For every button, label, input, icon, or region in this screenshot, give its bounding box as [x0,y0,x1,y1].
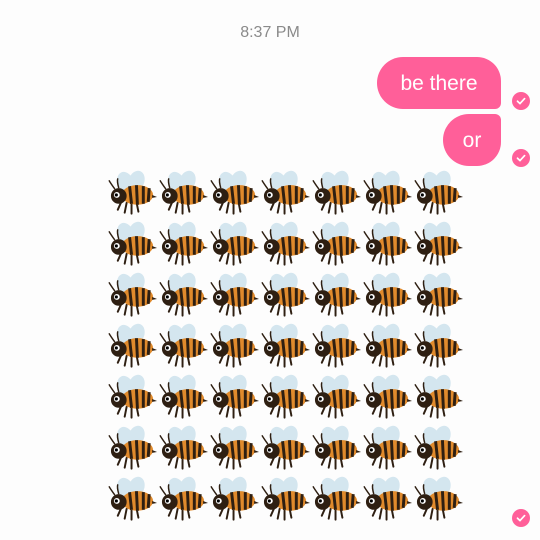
honeybee-icon [210,423,261,474]
honeybee-icon [261,423,312,474]
honeybee-icon [159,321,210,372]
honeybee-icon [261,321,312,372]
sent-check-icon [512,92,530,110]
honeybee-icon [261,168,312,219]
honeybee-icon [108,474,159,525]
honeybee-icon [363,423,414,474]
honeybee-icon [414,219,465,270]
honeybee-icon [312,474,363,525]
honeybee-icon [159,270,210,321]
honeybee-icon [261,474,312,525]
honeybee-icon [261,270,312,321]
message-thread[interactable]: 8:37 PM be there or [0,0,540,540]
honeybee-icon [312,168,363,219]
honeybee-icon [363,321,414,372]
honeybee-icon [363,219,414,270]
honeybee-icon [108,423,159,474]
honeybee-icon [261,372,312,423]
honeybee-icon [312,270,363,321]
message-bubble-or[interactable]: or [443,114,501,166]
honeybee-icon [363,270,414,321]
honeybee-icon [312,321,363,372]
honeybee-icon [312,372,363,423]
honeybee-icon [210,168,261,219]
honeybee-icon [108,270,159,321]
honeybee-icon [108,321,159,372]
sent-check-icon [512,149,530,167]
honeybee-icon [414,423,465,474]
honeybee-icon [312,423,363,474]
honeybee-icon [159,168,210,219]
message-timestamp: 8:37 PM [240,24,300,41]
honeybee-icon [261,219,312,270]
honeybee-icon [210,321,261,372]
honeybee-icon [210,474,261,525]
message-bubble-be-there[interactable]: be there [377,57,501,109]
honeybee-icon [414,270,465,321]
honeybee-icon [363,168,414,219]
sent-check-icon [512,509,530,527]
honeybee-icon [414,372,465,423]
honeybee-icon [414,168,465,219]
emoji-message-bees[interactable] [108,168,470,524]
honeybee-icon [363,372,414,423]
honeybee-icon [210,219,261,270]
honeybee-icon [210,372,261,423]
honeybee-icon [414,321,465,372]
honeybee-icon [210,270,261,321]
honeybee-icon [108,168,159,219]
honeybee-icon [108,372,159,423]
honeybee-icon [363,474,414,525]
honeybee-icon [159,219,210,270]
honeybee-icon [159,474,210,525]
honeybee-icon [414,474,465,525]
honeybee-icon [159,423,210,474]
honeybee-icon [312,219,363,270]
honeybee-icon [108,219,159,270]
honeybee-icon [159,372,210,423]
